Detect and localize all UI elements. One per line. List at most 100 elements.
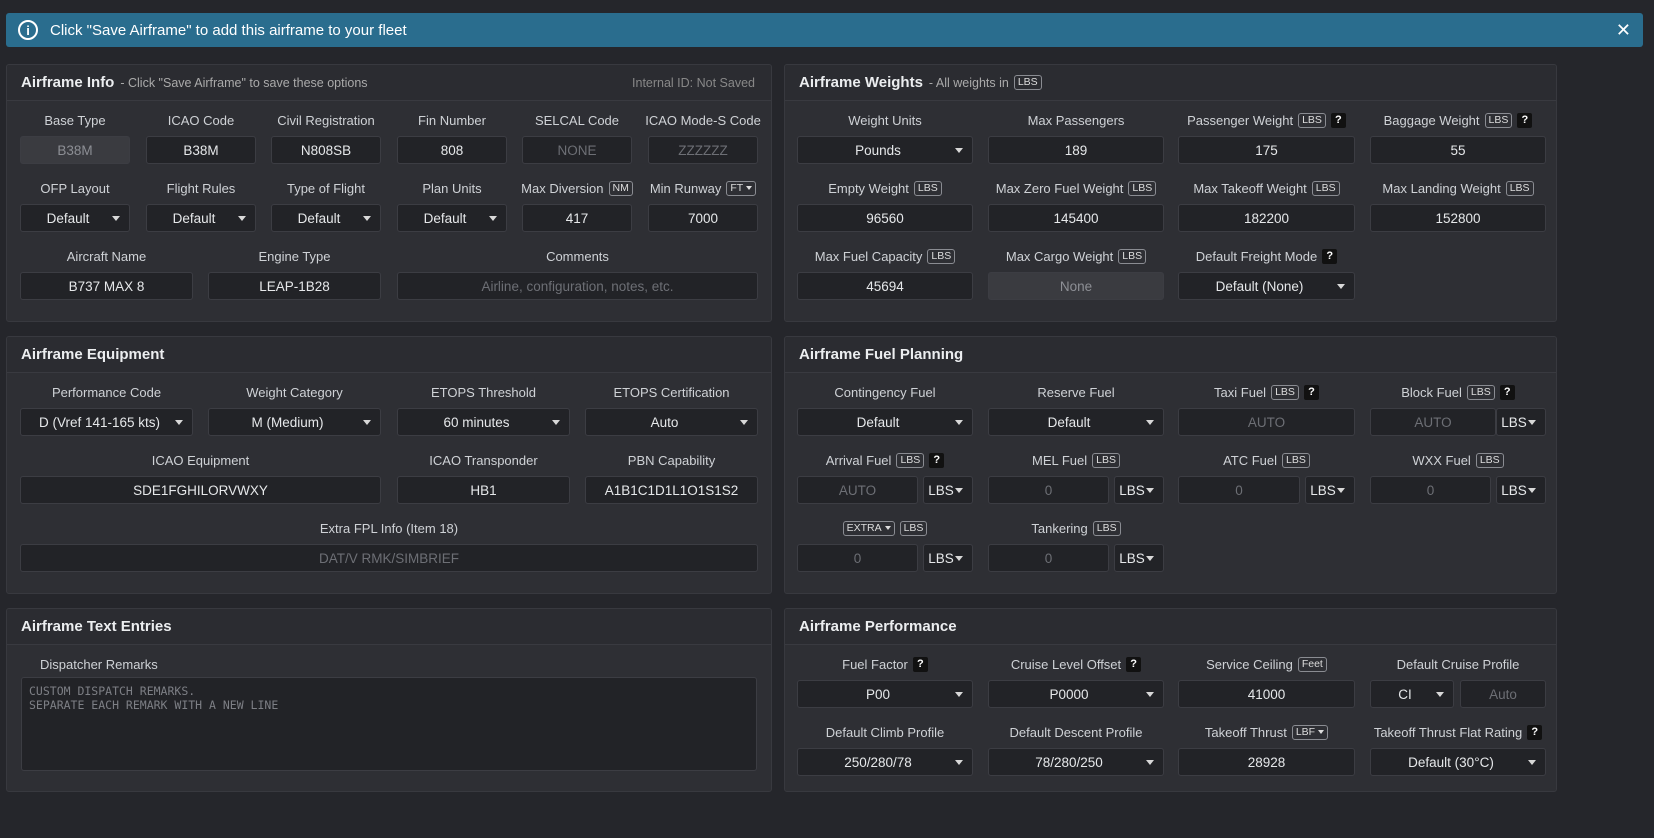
civil-registration-input[interactable]: N808SB — [271, 136, 381, 164]
mode-s-input[interactable]: ZZZZZZ — [648, 136, 758, 164]
feet-unit-badge: Feet — [1297, 656, 1327, 672]
etops-threshold-label: ETOPS Threshold — [430, 384, 536, 400]
pbn-capability-input[interactable]: A1B1C1D1L1O1S1S2 — [585, 476, 758, 504]
flight-rules-select[interactable]: Default — [146, 204, 256, 232]
tankering-unit-select[interactable]: LBS — [1114, 544, 1164, 572]
help-icon[interactable]: ? — [1126, 656, 1142, 672]
help-icon[interactable]: ? — [1499, 384, 1515, 400]
freight-mode-select[interactable]: Default (None) — [1178, 272, 1355, 300]
lbs-unit-badge: LBS — [1118, 248, 1147, 264]
lbs-unit-badge: LBS — [1092, 452, 1120, 468]
extra-fuel-unit-select[interactable]: LBS — [923, 544, 973, 572]
block-fuel-input[interactable]: AUTO — [1370, 408, 1496, 436]
mlw-input[interactable]: 152800 — [1370, 204, 1546, 232]
engine-type-input[interactable]: LEAP-1B28 — [208, 272, 381, 300]
wxx-fuel-unit-select[interactable]: LBS — [1496, 476, 1546, 504]
descent-profile-select[interactable]: 78/280/250 — [988, 748, 1164, 776]
aircraft-name-input[interactable]: B737 MAX 8 — [20, 272, 193, 300]
cost-index-input[interactable]: Auto — [1460, 680, 1546, 708]
panel-header: Airframe Performance — [785, 609, 1556, 645]
airframe-performance-panel: Airframe Performance Fuel Factor? P00 Cru… — [784, 608, 1557, 792]
ft-unit-dropdown[interactable]: FT — [726, 180, 757, 196]
extra-fuel-input[interactable]: 0 — [797, 544, 918, 572]
extra-fpl-label: Extra FPL Info (Item 18) — [319, 520, 459, 536]
lbs-unit-badge: LBS — [899, 520, 928, 536]
etops-certification-select[interactable]: Auto — [585, 408, 758, 436]
empty-weight-input[interactable]: 96560 — [797, 204, 973, 232]
atc-fuel-unit-select[interactable]: LBS — [1305, 476, 1355, 504]
plan-units-select[interactable]: Default — [397, 204, 507, 232]
cruise-offset-select[interactable]: P0000 — [988, 680, 1164, 708]
airframe-weights-panel: Airframe Weights - All weights in LBS We… — [784, 64, 1557, 322]
extra-fuel-type-dropdown[interactable]: EXTRA — [842, 520, 895, 536]
cruise-profile-select[interactable]: CI — [1370, 680, 1454, 708]
info-banner: i Click "Save Airframe" to add this airf… — [6, 13, 1643, 47]
weight-units-select[interactable]: Pounds — [797, 136, 973, 164]
mel-fuel-input[interactable]: 0 — [988, 476, 1109, 504]
ofp-layout-select[interactable]: Default — [20, 204, 130, 232]
fuel-factor-label: Fuel Factor? — [797, 654, 973, 674]
extra-fpl-input[interactable]: DAT/V RMK/SIMBRIEF — [20, 544, 758, 572]
civil-registration-label: Civil Registration — [277, 112, 375, 128]
arrival-fuel-unit-select[interactable]: LBS — [923, 476, 973, 504]
climb-profile-select[interactable]: 250/280/78 — [797, 748, 973, 776]
max-fuel-capacity-input[interactable]: 45694 — [797, 272, 973, 300]
mel-fuel-unit-select[interactable]: LBS — [1114, 476, 1164, 504]
help-icon[interactable]: ? — [1322, 248, 1338, 264]
lbs-unit-badge: LBS — [913, 180, 942, 196]
plan-units-label: Plan Units — [422, 180, 482, 196]
tankering-input[interactable]: 0 — [988, 544, 1109, 572]
lbs-unit-badge: LBS — [1311, 180, 1340, 196]
taxi-fuel-input[interactable]: AUTO — [1178, 408, 1355, 436]
max-passengers-input[interactable]: 189 — [988, 136, 1164, 164]
help-icon[interactable]: ? — [929, 452, 945, 468]
passenger-weight-label: Passenger Weight LBS? — [1178, 110, 1355, 130]
lbs-unit-badge: LBS — [1282, 452, 1310, 468]
mtow-input[interactable]: 182200 — [1178, 204, 1355, 232]
selcal-input[interactable]: NONE — [522, 136, 632, 164]
icao-code-input[interactable]: B38M — [146, 136, 256, 164]
wxx-fuel-label: WXX Fuel LBS — [1370, 450, 1546, 470]
help-icon[interactable]: ? — [1303, 384, 1319, 400]
etops-threshold-select[interactable]: 60 minutes — [397, 408, 570, 436]
contingency-fuel-select[interactable]: Default — [797, 408, 973, 436]
flat-rating-select[interactable]: Default (30°C) — [1370, 748, 1546, 776]
wxx-fuel-input[interactable]: 0 — [1370, 476, 1491, 504]
info-icon: i — [18, 20, 38, 40]
service-ceiling-input[interactable]: 41000 — [1178, 680, 1355, 708]
help-icon[interactable]: ? — [912, 656, 928, 672]
passenger-weight-input[interactable]: 175 — [1178, 136, 1355, 164]
lbf-unit-dropdown[interactable]: LBF — [1291, 724, 1329, 740]
selcal-label: SELCAL Code — [534, 112, 620, 128]
help-icon[interactable]: ? — [1517, 112, 1533, 128]
block-fuel-unit-select[interactable]: LBS — [1496, 408, 1546, 436]
takeoff-thrust-input[interactable]: 28928 — [1178, 748, 1355, 776]
fin-number-input[interactable]: 808 — [397, 136, 507, 164]
flat-rating-label: Takeoff Thrust Flat Rating? — [1370, 722, 1546, 742]
weight-category-select[interactable]: M (Medium) — [208, 408, 381, 436]
atc-fuel-input[interactable]: 0 — [1178, 476, 1300, 504]
close-icon[interactable]: ✕ — [1616, 20, 1631, 41]
performance-code-label: Performance Code — [51, 384, 162, 400]
mzfw-input[interactable]: 145400 — [988, 204, 1164, 232]
type-of-flight-select[interactable]: Default — [271, 204, 381, 232]
base-type-label: Base Type — [44, 112, 106, 128]
min-runway-input[interactable]: 7000 — [648, 204, 758, 232]
fuel-factor-select[interactable]: P00 — [797, 680, 973, 708]
dispatcher-remarks-textarea[interactable]: CUSTOM DISPATCH REMARKS. SEPARATE EACH R… — [21, 677, 757, 771]
help-icon[interactable]: ? — [1330, 112, 1346, 128]
icao-transponder-input[interactable]: HB1 — [397, 476, 570, 504]
comments-input[interactable]: Airline, configuration, notes, etc. — [397, 272, 758, 300]
reserve-fuel-select[interactable]: Default — [988, 408, 1164, 436]
mode-s-label: ICAO Mode-S Code — [645, 112, 761, 128]
descent-profile-label: Default Descent Profile — [1009, 724, 1143, 740]
icao-equipment-label: ICAO Equipment — [151, 452, 250, 468]
performance-code-select[interactable]: D (Vref 141-165 kts) — [20, 408, 193, 436]
engine-type-label: Engine Type — [258, 248, 331, 264]
arrival-fuel-input[interactable]: AUTO — [797, 476, 918, 504]
baggage-weight-input[interactable]: 55 — [1370, 136, 1546, 164]
icao-equipment-input[interactable]: SDE1FGHILORVWXY — [20, 476, 381, 504]
max-diversion-input[interactable]: 417 — [522, 204, 632, 232]
help-icon[interactable]: ? — [1527, 724, 1543, 740]
ofp-layout-label: OFP Layout — [40, 180, 110, 196]
